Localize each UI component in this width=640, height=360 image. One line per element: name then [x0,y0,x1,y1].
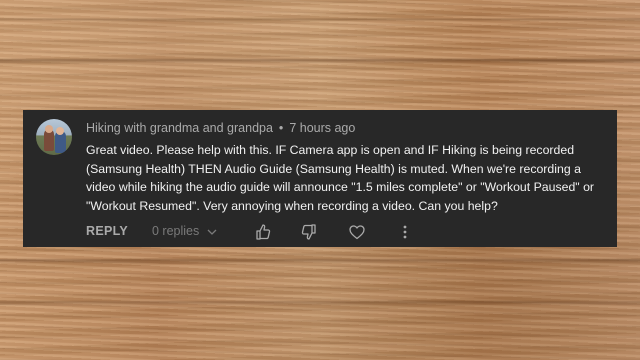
separator-dot: • [278,121,284,135]
avatar[interactable] [36,119,72,155]
more-vertical-icon[interactable] [396,223,414,241]
reply-button[interactable]: REPLY [86,224,128,238]
comment-header: Hiking with grandma and grandpa • 7 hours … [86,121,355,135]
thumbs-up-icon[interactable] [254,223,272,241]
thumbs-down-icon[interactable] [300,223,318,241]
comment-actions: REPLY 0 replies [86,223,606,241]
chevron-down-icon[interactable] [205,225,219,239]
replies-count[interactable]: 0 replies [152,224,199,238]
heart-icon[interactable] [348,223,366,241]
comment-text: Great video. Please help with this. IF C… [86,143,595,213]
avatar-head-right [56,127,64,135]
avatar-head-left [45,125,53,133]
comment-time[interactable]: 7 hours ago [289,121,355,135]
author-name[interactable]: Hiking with grandma and grandpa [86,121,273,135]
comment-card: Hiking with grandma and grandpa • 7 hours … [23,110,617,247]
